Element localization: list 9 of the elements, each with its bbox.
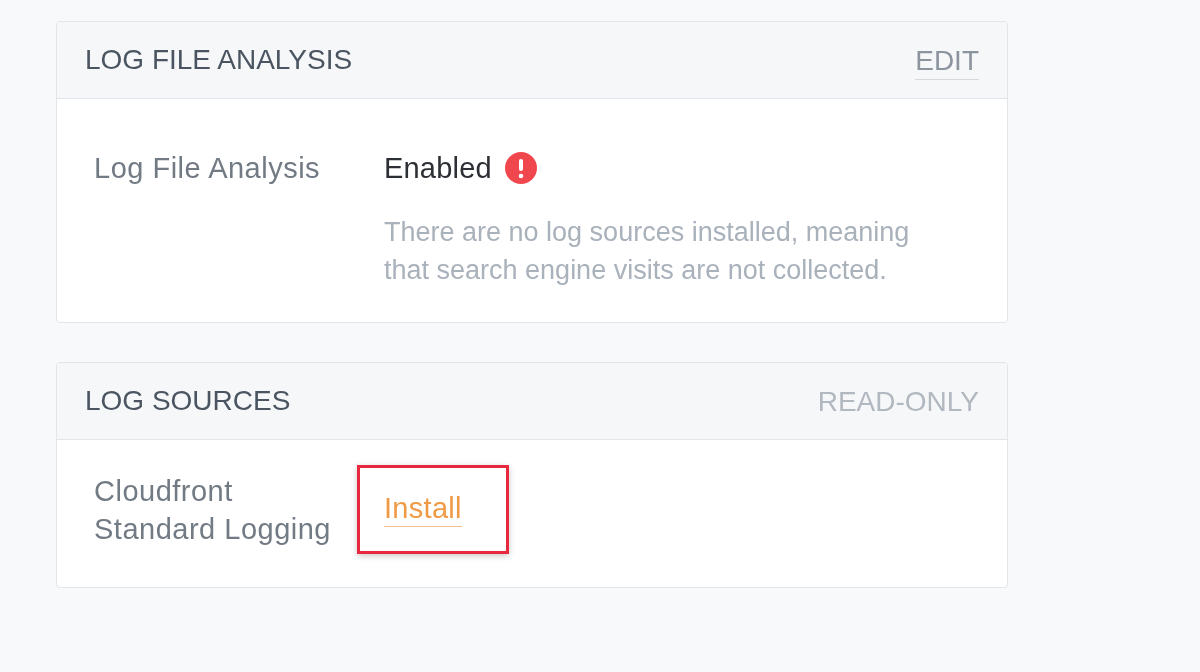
status-value: Enabled: [384, 151, 492, 185]
card-title: LOG FILE ANALYSIS: [85, 44, 353, 76]
header-action-link[interactable]: EDIT: [915, 44, 979, 80]
install-link[interactable]: Install: [384, 492, 462, 527]
setting-label: Log File Analysis: [94, 151, 322, 186]
description-text: There are no log sources installed, meaning that search engine visits are not collected.: [384, 216, 911, 287]
card-title: LOG SOURCES: [85, 385, 291, 417]
setting-label: Cloudfront Standard Logging: [94, 473, 332, 547]
header-action-link: READ-ONLY: [817, 385, 979, 419]
